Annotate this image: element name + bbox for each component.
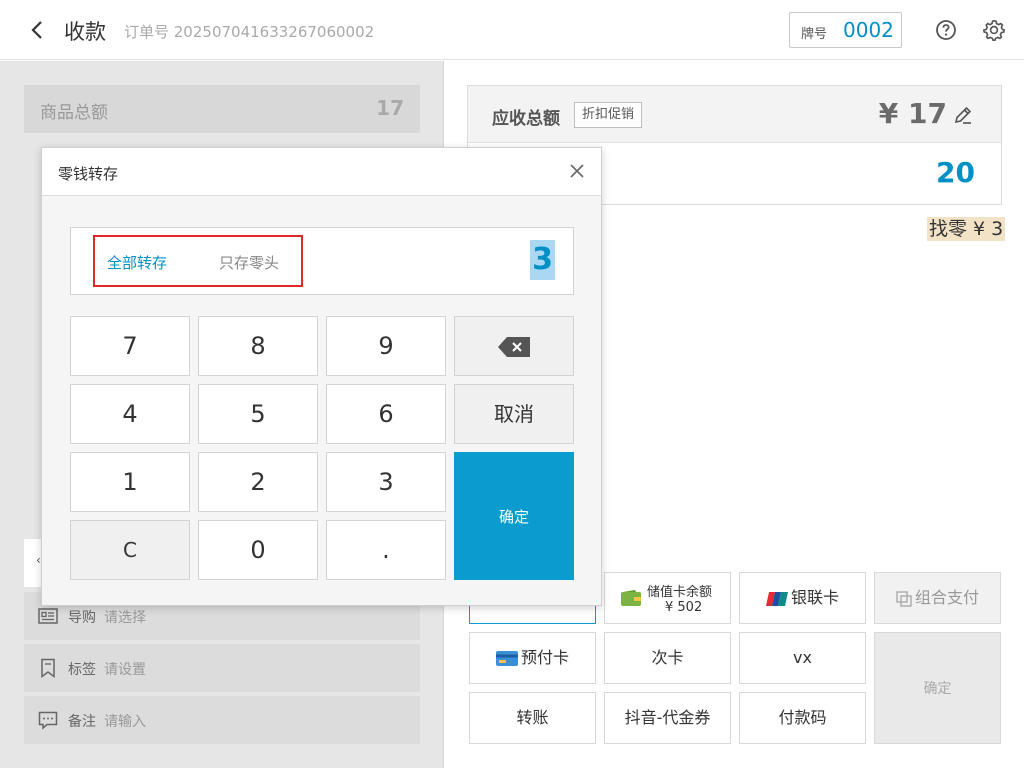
- pai-number-button[interactable]: 牌号 0002: [789, 12, 902, 48]
- tag-label: 标签: [68, 662, 96, 678]
- key-2[interactable]: 2: [198, 452, 318, 512]
- key-9[interactable]: 9: [326, 316, 446, 376]
- goods-total-label: 商品总额: [40, 103, 108, 123]
- key-6[interactable]: 6: [326, 384, 446, 444]
- dialog-title: 零钱转存: [58, 165, 119, 183]
- combo-copy-icon: [896, 590, 912, 607]
- key-4[interactable]: 4: [70, 384, 190, 444]
- settings-gear-icon[interactable]: [983, 19, 1005, 41]
- tag-row[interactable]: 标签 请设置: [24, 644, 420, 692]
- order-number: 订单号 20250704163326706000​2: [124, 23, 375, 41]
- mode-deposit-all[interactable]: 全部转存: [107, 252, 167, 273]
- stored-value-label: 储值卡余额: [647, 585, 713, 600]
- deposit-mode-box: 全部转存 只存零头 3: [70, 227, 574, 295]
- receivable-amount: ¥ 17: [878, 97, 947, 130]
- note-row[interactable]: 备注 请输入: [24, 696, 420, 744]
- comment-icon: [38, 711, 58, 730]
- guide-label: 导购: [68, 610, 96, 626]
- tag-value: 请设置: [104, 662, 146, 678]
- pay-transfer-button[interactable]: 转账: [469, 692, 596, 744]
- pai-number-value: 0002: [843, 18, 894, 42]
- paid-amount[interactable]: 20: [936, 156, 975, 189]
- note-label: 备注: [68, 714, 96, 730]
- key-clear[interactable]: C: [70, 520, 190, 580]
- key-dot[interactable]: .: [326, 520, 446, 580]
- key-3[interactable]: 3: [326, 452, 446, 512]
- key-8[interactable]: 8: [198, 316, 318, 376]
- unionpay-icon: [765, 591, 788, 606]
- cancel-button[interactable]: 取消: [454, 384, 574, 444]
- receivable-header: 应收总额 折扣促销 ¥ 17: [468, 86, 1001, 143]
- goods-total-row: 商品总额 17: [24, 85, 420, 133]
- pay-douyin-voucher-button[interactable]: 抖音-代金券: [604, 692, 731, 744]
- page-title: 收款: [64, 20, 106, 44]
- key-5[interactable]: 5: [198, 384, 318, 444]
- wallet-icon: [621, 590, 641, 606]
- backspace-icon: [498, 337, 530, 357]
- back-arrow-icon[interactable]: [26, 18, 50, 42]
- mode-deposit-change-only[interactable]: 只存零头: [219, 252, 279, 273]
- combo-pay-button[interactable]: 组合支付: [874, 572, 1001, 624]
- pay-times-card-button[interactable]: 次卡: [604, 632, 731, 684]
- key-1[interactable]: 1: [70, 452, 190, 512]
- backspace-button[interactable]: [454, 316, 574, 376]
- change-amount: 找零 ¥ 3: [927, 217, 1006, 241]
- confirm-button[interactable]: 确定: [454, 452, 574, 580]
- edit-pencil-icon[interactable]: [953, 105, 973, 125]
- prepaid-label: 预付卡: [520, 648, 569, 667]
- id-card-icon: [38, 608, 58, 624]
- unionpay-label: 银联卡: [790, 588, 839, 607]
- pay-code-button[interactable]: 付款码: [739, 692, 866, 744]
- pay-prepaid-button[interactable]: 预付卡: [469, 632, 596, 684]
- left-collapse-stub[interactable]: ‹: [24, 539, 42, 587]
- note-value: 请输入: [104, 714, 146, 730]
- key-7[interactable]: 7: [70, 316, 190, 376]
- bookmark-icon: [41, 658, 55, 678]
- help-icon[interactable]: [935, 19, 957, 41]
- pay-stored-value-button[interactable]: 储值卡余额 ¥ 502: [604, 572, 731, 624]
- app-header: 收款 订单号 20250704163326706000​2 牌号 0002: [0, 0, 1024, 60]
- receivable-label: 应收总额: [492, 109, 560, 129]
- change-deposit-dialog: 零钱转存 全部转存 只存零头 3 7 8 9 4 5 6 取消 1 2 3 确定…: [41, 147, 602, 606]
- dialog-header: 零钱转存: [42, 148, 601, 196]
- combo-pay-label: 组合支付: [914, 588, 979, 607]
- stored-value-amount: ¥ 502: [665, 600, 703, 615]
- mode-highlight-frame: 全部转存 只存零头: [93, 235, 303, 287]
- pay-unionpay-button[interactable]: 银联卡: [739, 572, 866, 624]
- close-icon[interactable]: [567, 161, 587, 181]
- discount-promo-button[interactable]: 折扣促销: [574, 102, 642, 128]
- prepaid-card-icon: [495, 651, 518, 666]
- checkout-confirm-button[interactable]: 确定: [874, 632, 1001, 744]
- guide-value: 请选择: [104, 610, 146, 626]
- pai-number-label: 牌号: [801, 27, 828, 42]
- deposit-amount-input[interactable]: 3: [530, 240, 555, 280]
- goods-total-value: 17: [376, 96, 404, 120]
- key-0[interactable]: 0: [198, 520, 318, 580]
- pay-vx-button[interactable]: vx: [739, 632, 866, 684]
